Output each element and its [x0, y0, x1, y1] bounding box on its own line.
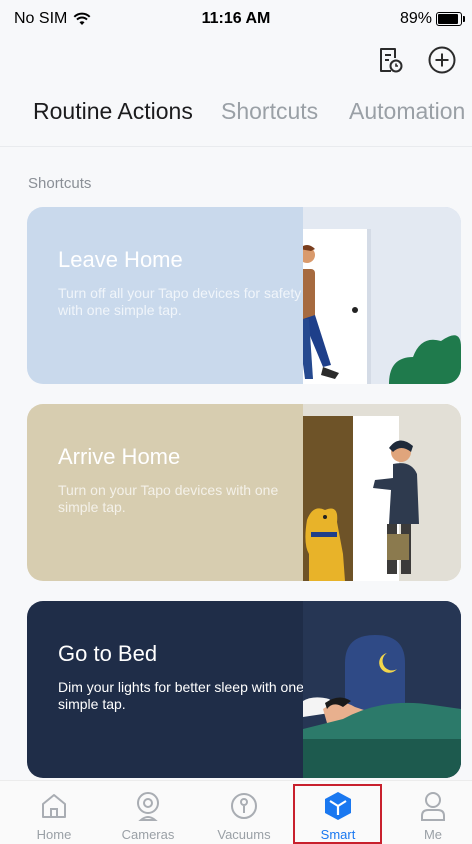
- card-description: Dim your lights for better sleep with on…: [58, 679, 304, 712]
- go-to-bed-illustration: [303, 601, 461, 778]
- nav-label: Me: [423, 827, 443, 842]
- nav-cameras[interactable]: Cameras: [108, 789, 188, 842]
- home-icon: [42, 794, 66, 818]
- nav-label: Home: [36, 827, 72, 842]
- add-circle-icon: [428, 46, 456, 74]
- nav-home[interactable]: Home: [14, 789, 94, 842]
- battery-fill: [438, 14, 458, 24]
- shortcut-card-arrive-home[interactable]: Arrive Home Turn on your Tapo devices wi…: [27, 404, 461, 581]
- shortcut-card-leave-home[interactable]: Leave Home Turn off all your Tapo device…: [27, 207, 461, 384]
- nav-label: Cameras: [121, 827, 175, 842]
- bottom-nav: Home Cameras Vacuums Smart Me: [0, 780, 472, 844]
- card-title: Leave Home: [58, 247, 183, 272]
- card-description: Turn off all your Tapo devices for safet…: [58, 285, 302, 318]
- smart-tab-highlight: [293, 784, 382, 844]
- log-clock-icon: [380, 48, 403, 73]
- top-actions: [374, 44, 458, 76]
- tab-divider: [0, 146, 472, 147]
- battery-icon: [436, 12, 465, 26]
- person-icon: [421, 792, 445, 821]
- add-button[interactable]: [426, 44, 458, 76]
- arrive-home-illustration: [303, 404, 461, 581]
- nav-label: Vacuums: [217, 827, 271, 842]
- card-title: Go to Bed: [58, 641, 158, 666]
- nav-me[interactable]: Me: [393, 789, 472, 842]
- tab-automation[interactable]: Automation: [349, 98, 465, 125]
- section-title: Shortcuts: [28, 175, 92, 192]
- log-button[interactable]: [374, 44, 406, 76]
- camera-icon: [137, 792, 159, 821]
- vacuum-icon: [231, 793, 257, 819]
- tab-shortcuts[interactable]: Shortcuts: [221, 98, 318, 125]
- leave-home-illustration: [303, 207, 461, 384]
- nav-vacuums[interactable]: Vacuums: [204, 789, 284, 842]
- card-description: Turn on your Tapo devices with one simpl…: [58, 482, 279, 515]
- status-bar: No SIM 11:16 AM 89%: [0, 0, 472, 38]
- shortcut-card-go-to-bed[interactable]: Go to Bed Dim your lights for better sle…: [27, 601, 461, 778]
- battery-percent: 89%: [399, 10, 432, 27]
- tab-bar: Routine Actions Shortcuts Automation: [0, 98, 472, 134]
- card-title: Arrive Home: [58, 444, 181, 469]
- tab-routine-actions[interactable]: Routine Actions: [33, 98, 193, 125]
